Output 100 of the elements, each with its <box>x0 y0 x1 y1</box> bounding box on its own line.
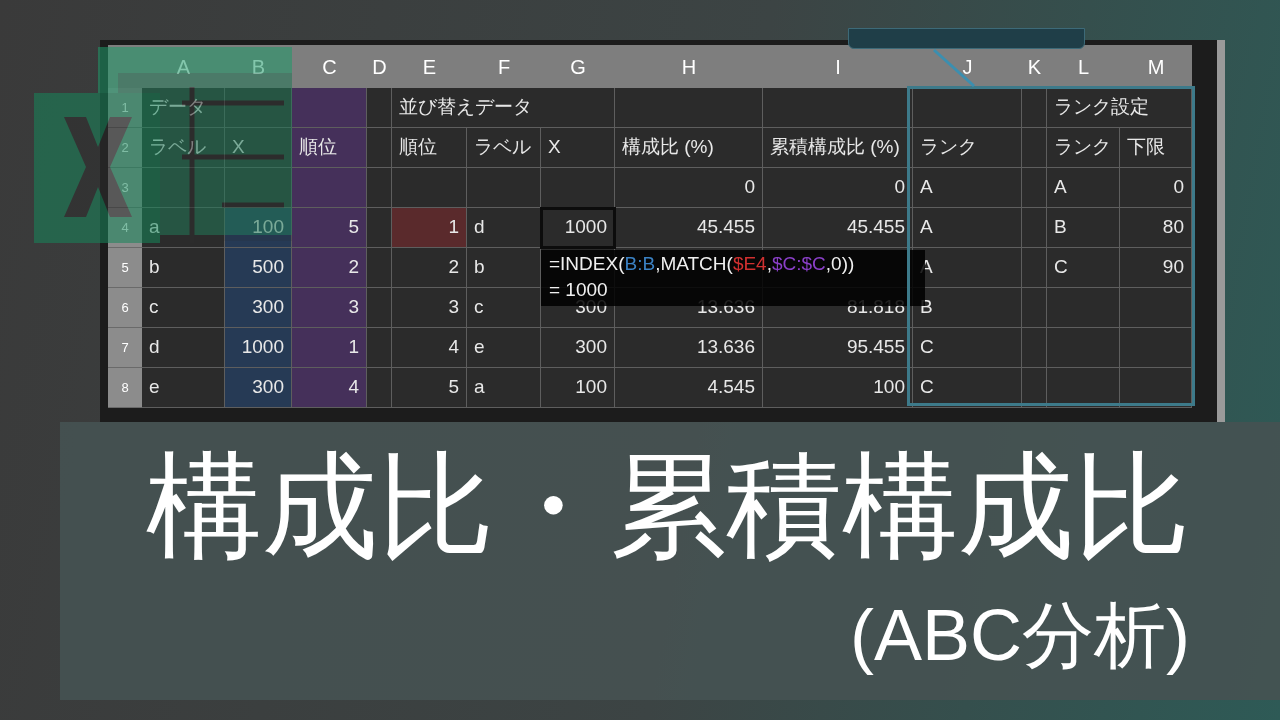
column-header[interactable]: L <box>1047 45 1120 88</box>
table-cell[interactable] <box>1022 168 1047 208</box>
table-cell[interactable] <box>1120 368 1192 408</box>
column-header[interactable]: H <box>615 45 763 88</box>
table-cell[interactable]: 45.455 <box>615 208 763 248</box>
table-cell[interactable]: 0 <box>1120 168 1192 208</box>
table-cell[interactable]: 順位 <box>392 128 467 168</box>
table-cell[interactable]: 100 <box>541 368 615 408</box>
table-cell[interactable] <box>292 88 367 128</box>
column-header[interactable]: G <box>541 45 615 88</box>
table-cell[interactable]: C <box>913 368 1022 408</box>
table-cell[interactable] <box>367 248 392 288</box>
table-cell[interactable]: 1000 <box>225 328 292 368</box>
table-cell[interactable]: B <box>913 288 1022 328</box>
table-cell[interactable]: 1 <box>292 328 367 368</box>
column-header[interactable]: D <box>367 45 392 88</box>
table-cell[interactable]: 0 <box>763 168 913 208</box>
table-cell[interactable] <box>541 168 615 208</box>
table-cell[interactable] <box>1047 288 1120 328</box>
table-cell[interactable] <box>1120 288 1192 328</box>
table-cell[interactable] <box>1022 128 1047 168</box>
table-cell[interactable]: 2 <box>392 248 467 288</box>
table-cell[interactable]: 累積構成比 (%) <box>763 128 913 168</box>
table-cell[interactable]: 順位 <box>292 128 367 168</box>
table-cell[interactable]: 95.455 <box>763 328 913 368</box>
table-cell[interactable]: a <box>467 368 541 408</box>
table-cell[interactable] <box>1022 288 1047 328</box>
table-cell[interactable] <box>1022 208 1047 248</box>
table-cell[interactable] <box>1022 328 1047 368</box>
table-cell[interactable] <box>1047 368 1120 408</box>
table-cell[interactable]: 13.636 <box>615 328 763 368</box>
table-cell[interactable]: A <box>1047 168 1120 208</box>
table-cell[interactable] <box>225 88 292 128</box>
table-cell[interactable]: A <box>913 168 1022 208</box>
table-cell[interactable] <box>367 288 392 328</box>
table-cell[interactable]: X <box>541 128 615 168</box>
column-header[interactable]: M <box>1120 45 1192 88</box>
table-cell[interactable]: A <box>913 248 1022 288</box>
table-cell[interactable]: 300 <box>225 288 292 328</box>
table-cell[interactable] <box>467 168 541 208</box>
table-cell[interactable]: 0 <box>615 168 763 208</box>
table-cell[interactable] <box>367 168 392 208</box>
table-cell[interactable] <box>615 88 763 128</box>
table-cell[interactable] <box>1120 328 1192 368</box>
table-cell[interactable]: d <box>467 208 541 248</box>
table-cell[interactable]: 80 <box>1120 208 1192 248</box>
table-cell[interactable]: 5 <box>292 208 367 248</box>
table-cell[interactable]: C <box>913 328 1022 368</box>
table-cell[interactable] <box>292 168 367 208</box>
table-cell[interactable] <box>367 208 392 248</box>
table-cell[interactable]: 4 <box>292 368 367 408</box>
table-cell[interactable]: 45.455 <box>763 208 913 248</box>
table-cell[interactable]: 並び替えデータ <box>392 88 615 128</box>
table-cell[interactable] <box>913 88 1022 128</box>
table-cell[interactable]: 300 <box>225 368 292 408</box>
column-header[interactable]: F <box>467 45 541 88</box>
table-cell[interactable] <box>142 168 225 208</box>
table-cell[interactable]: 構成比 (%) <box>615 128 763 168</box>
table-cell[interactable]: d <box>142 328 225 368</box>
table-cell[interactable] <box>367 128 392 168</box>
select-all-corner[interactable] <box>108 45 142 88</box>
table-cell[interactable] <box>392 168 467 208</box>
table-cell[interactable] <box>367 368 392 408</box>
table-cell[interactable]: B <box>1047 208 1120 248</box>
table-cell[interactable]: b <box>142 248 225 288</box>
table-cell[interactable]: 100 <box>763 368 913 408</box>
column-header[interactable]: C <box>292 45 367 88</box>
table-cell[interactable]: ラベル <box>467 128 541 168</box>
table-cell[interactable]: 1 <box>392 208 467 248</box>
column-header[interactable]: I <box>763 45 913 88</box>
table-cell[interactable] <box>367 328 392 368</box>
table-cell[interactable]: c <box>467 288 541 328</box>
table-cell[interactable]: C <box>1047 248 1120 288</box>
table-cell[interactable] <box>367 88 392 128</box>
table-cell[interactable]: ランク <box>1047 128 1120 168</box>
table-cell[interactable]: 1000 <box>541 208 615 248</box>
table-cell[interactable]: ランク <box>913 128 1022 168</box>
column-header[interactable]: E <box>392 45 467 88</box>
table-cell[interactable]: 3 <box>292 288 367 328</box>
table-cell[interactable]: 4 <box>392 328 467 368</box>
table-cell[interactable] <box>1022 88 1047 128</box>
table-cell[interactable] <box>763 88 913 128</box>
table-cell[interactable]: 2 <box>292 248 367 288</box>
table-cell[interactable]: 5 <box>392 368 467 408</box>
table-cell[interactable]: e <box>142 368 225 408</box>
table-cell[interactable]: 下限 <box>1120 128 1192 168</box>
table-cell[interactable] <box>1022 368 1047 408</box>
table-cell[interactable]: 90 <box>1120 248 1192 288</box>
table-cell[interactable]: 500 <box>225 248 292 288</box>
table-cell[interactable]: c <box>142 288 225 328</box>
table-cell[interactable]: ランク設定 <box>1047 88 1192 128</box>
table-cell[interactable]: A <box>913 208 1022 248</box>
table-cell[interactable] <box>1047 328 1120 368</box>
table-cell[interactable]: 300 <box>541 328 615 368</box>
table-cell[interactable] <box>1022 248 1047 288</box>
table-cell[interactable]: b <box>467 248 541 288</box>
table-cell[interactable]: e <box>467 328 541 368</box>
table-cell[interactable]: 4.545 <box>615 368 763 408</box>
table-cell[interactable]: 3 <box>392 288 467 328</box>
table-cell[interactable] <box>225 168 292 208</box>
